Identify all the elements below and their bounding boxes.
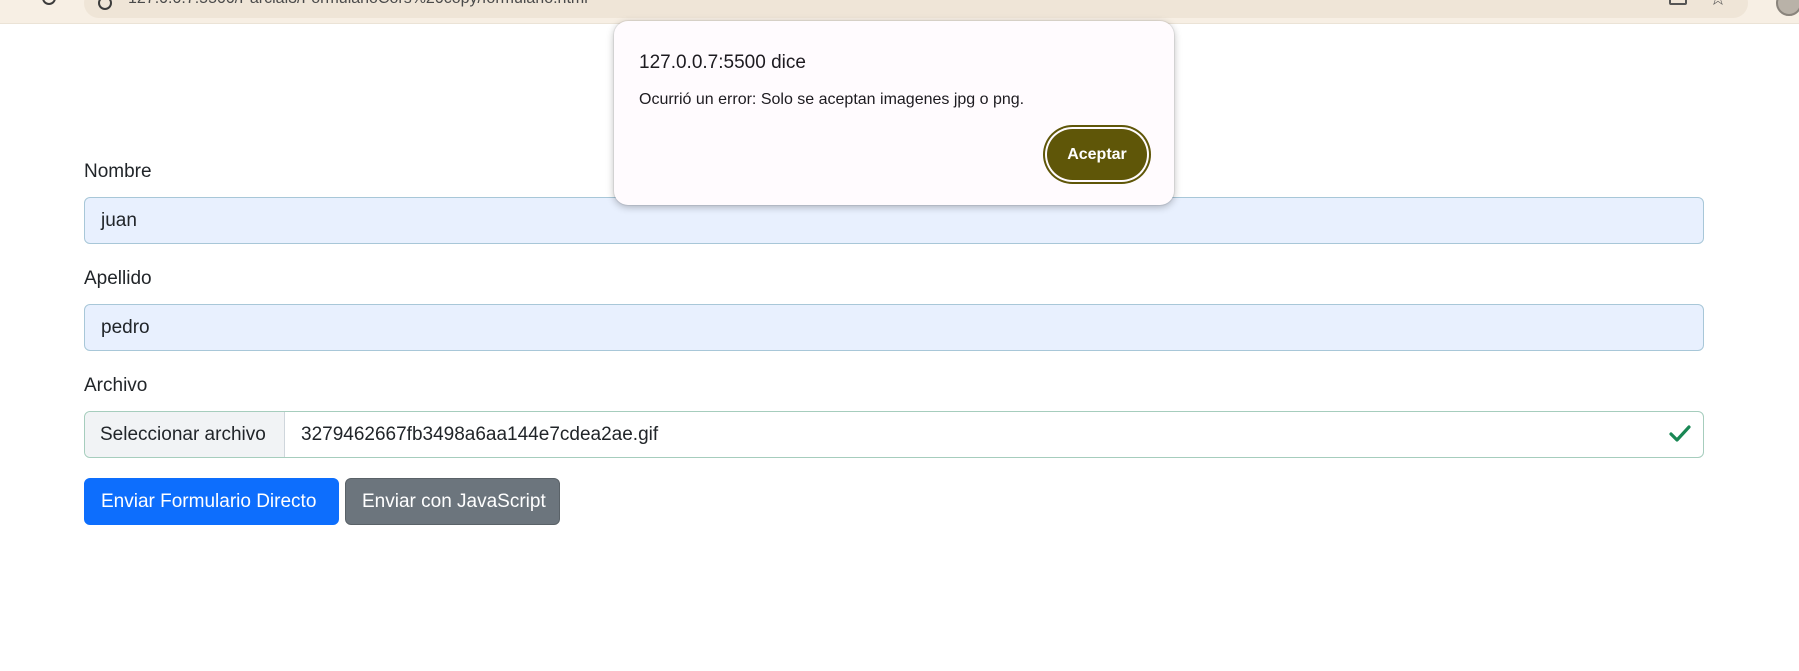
address-bar[interactable]: 127.0.0.7:5500/Parcial3/FormularioCors%2… <box>84 0 1748 18</box>
archivo-label: Archivo <box>84 375 148 396</box>
profile-avatar[interactable] <box>1776 0 1799 16</box>
dialog-message: Ocurrió un error: Solo se aceptan imagen… <box>639 91 1025 108</box>
alert-dialog: 127.0.0.7:5500 dice Ocurrió un error: So… <box>614 21 1174 205</box>
translate-icon[interactable] <box>1669 0 1687 5</box>
bookmark-star-icon[interactable]: ☆ <box>1709 0 1727 11</box>
dialog-title: 127.0.0.7:5500 dice <box>639 52 806 73</box>
selected-file-name: 3279462667fb3498a6aa144e7cdea2ae.gif <box>301 424 659 445</box>
reload-icon[interactable] <box>42 0 56 5</box>
submit-javascript-button[interactable]: Enviar con JavaScript <box>345 478 560 525</box>
nombre-label: Nombre <box>84 161 152 182</box>
site-info-icon[interactable] <box>98 0 112 10</box>
address-url[interactable]: 127.0.0.7:5500/Parcial3/FormularioCors%2… <box>128 0 588 8</box>
select-file-button[interactable]: Seleccionar archivo <box>85 412 285 457</box>
file-input[interactable]: Seleccionar archivo 3279462667fb3498a6aa… <box>84 411 1704 458</box>
apellido-input[interactable]: pedro <box>84 304 1704 351</box>
check-icon <box>1669 425 1691 442</box>
apellido-label: Apellido <box>84 268 152 289</box>
accept-button[interactable]: Aceptar <box>1047 129 1147 180</box>
submit-direct-button[interactable]: Enviar Formulario Directo <box>84 478 339 525</box>
